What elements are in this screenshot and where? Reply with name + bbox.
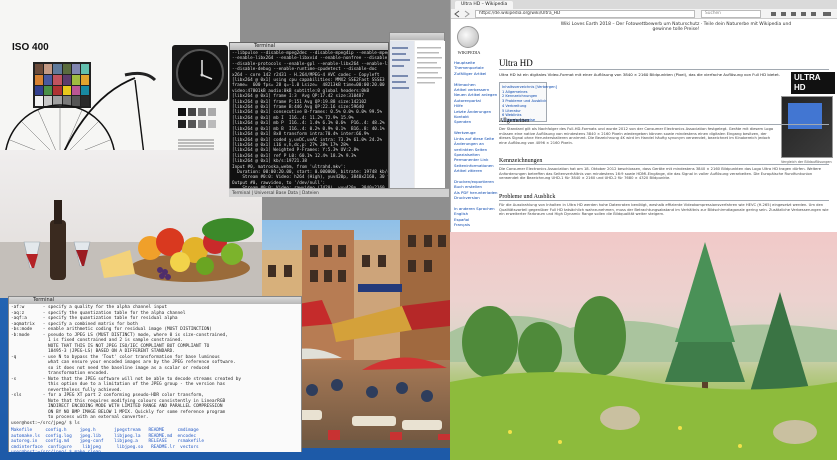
terminal-output: --libpulse --disable-mpeg2dec --disable-… [232, 51, 389, 189]
title-divider [499, 69, 829, 70]
resolution-comparison-image[interactable] [781, 96, 833, 158]
terminal-window-top[interactable]: Terminal --libpulse --disable-mpeg2dec -… [229, 42, 389, 190]
top-note-text [270, 9, 440, 27]
terminal-titlebar[interactable]: Terminal [9, 297, 301, 304]
page-title: Ultra HD [499, 58, 533, 68]
window-taskbar[interactable]: Terminal | Universal Base Data | Dateien [229, 188, 449, 197]
section-text-probleme: Für die Ausstrahlung von Inhalten in Ult… [499, 203, 829, 217]
fundraising-banner[interactable]: Wiki Loves Earth 2018 – Der Fotowettbewe… [551, 22, 801, 34]
section-text-allgemeines: Der Standard gilt als Nachfolger des Ful… [499, 127, 774, 145]
back-forward-icon[interactable] [454, 10, 474, 18]
fruit-still-life-photo [0, 150, 262, 298]
wikipedia-globe-icon[interactable] [457, 26, 479, 48]
file-manager-file-list[interactable] [415, 41, 445, 191]
desktop-strip [0, 452, 450, 460]
terminal-window-bottom[interactable]: Terminal -af:w - specify a quality for t… [8, 296, 302, 456]
browser-window[interactable]: Ultra HD – Wikipedia https://de.wikipedi… [450, 0, 837, 232]
terminal-titlebar[interactable]: Terminal [230, 43, 388, 50]
section-text-kennzeichnungen: Die Consumer Electronics Association hat… [499, 167, 822, 181]
table-of-contents[interactable]: Inhaltsverzeichnis [Verbergen] 1 Allgeme… [499, 82, 557, 122]
toolbar-icons[interactable] [769, 10, 835, 18]
section-heading-allgemeines: Allgemeines [499, 118, 829, 125]
lead-paragraph: Ultra HD ist ein digitales Video-Format … [499, 72, 780, 77]
tab-strip: Ultra HD – Wikipedia [451, 0, 837, 9]
browser-tab[interactable]: Ultra HD – Wikipedia [455, 1, 513, 9]
file-manager-titlebar[interactable] [390, 33, 444, 40]
terminal-help-output: -af:w - specify a quality for the alpha … [11, 305, 241, 426]
ultra-hd-logo: ULTRA HD [791, 72, 835, 94]
file-manager-window[interactable] [389, 32, 445, 191]
section-heading-probleme: Probleme und Ausblick [499, 194, 829, 201]
section-heading-kennzeichnungen: Kennzeichnungen [499, 158, 829, 165]
wiki-sidebar[interactable]: Hauptseite Themenportale Zufälliger Arti… [454, 60, 498, 230]
animated-landscape-image [450, 232, 837, 460]
url-bar[interactable]: https://de.wikipedia.org/wiki/Ultra_HD [475, 10, 695, 18]
search-box[interactable]: Suchen [701, 10, 761, 18]
wikipedia-wordmark[interactable]: WIKIPEDIA [454, 50, 484, 55]
desktop: ISO 400 Terminal --libpulse --disable-mp… [0, 0, 837, 460]
navigation-bar: https://de.wikipedia.org/wiki/Ultra_HD S… [451, 9, 837, 19]
file-manager-sidebar[interactable] [390, 41, 414, 191]
